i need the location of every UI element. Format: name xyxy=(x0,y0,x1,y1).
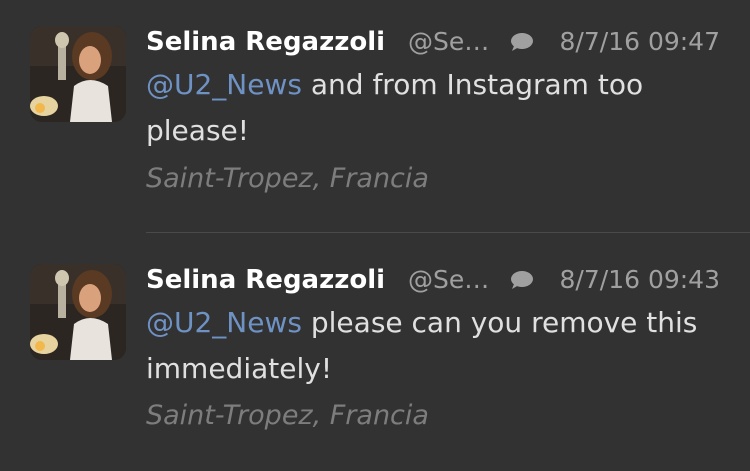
avatar[interactable] xyxy=(30,26,126,122)
tweet-timestamp: 8/7/16 09:47 xyxy=(559,27,720,56)
tweet-header: Selina Regazzoli @Se… 8/7/16 09:47 xyxy=(146,24,726,60)
author-handle[interactable]: @Se… xyxy=(408,24,489,60)
author-name[interactable]: Selina Regazzoli xyxy=(146,24,385,60)
avatar[interactable] xyxy=(30,264,126,360)
speech-bubble-icon xyxy=(510,32,534,52)
tweet-text: @U2_News please can you remove this imme… xyxy=(146,300,726,392)
tweet-text: @U2_News and from Instagram too please! xyxy=(146,62,726,154)
tweet-timeline: Selina Regazzoli @Se… 8/7/16 09:47 @U2_N… xyxy=(0,0,750,471)
tweet-location[interactable]: Saint-Tropez, Francia xyxy=(146,398,429,434)
tweet-divider xyxy=(146,232,750,233)
tweet-timestamp: 8/7/16 09:43 xyxy=(559,265,720,294)
tweet-location[interactable]: Saint-Tropez, Francia xyxy=(146,161,429,197)
tweet-header: Selina Regazzoli @Se… 8/7/16 09:43 xyxy=(146,262,726,298)
mention-link[interactable]: @U2_News xyxy=(146,68,302,101)
author-name[interactable]: Selina Regazzoli xyxy=(146,262,385,298)
author-handle[interactable]: @Se… xyxy=(408,262,489,298)
mention-link[interactable]: @U2_News xyxy=(146,306,302,339)
speech-bubble-icon xyxy=(510,270,534,290)
